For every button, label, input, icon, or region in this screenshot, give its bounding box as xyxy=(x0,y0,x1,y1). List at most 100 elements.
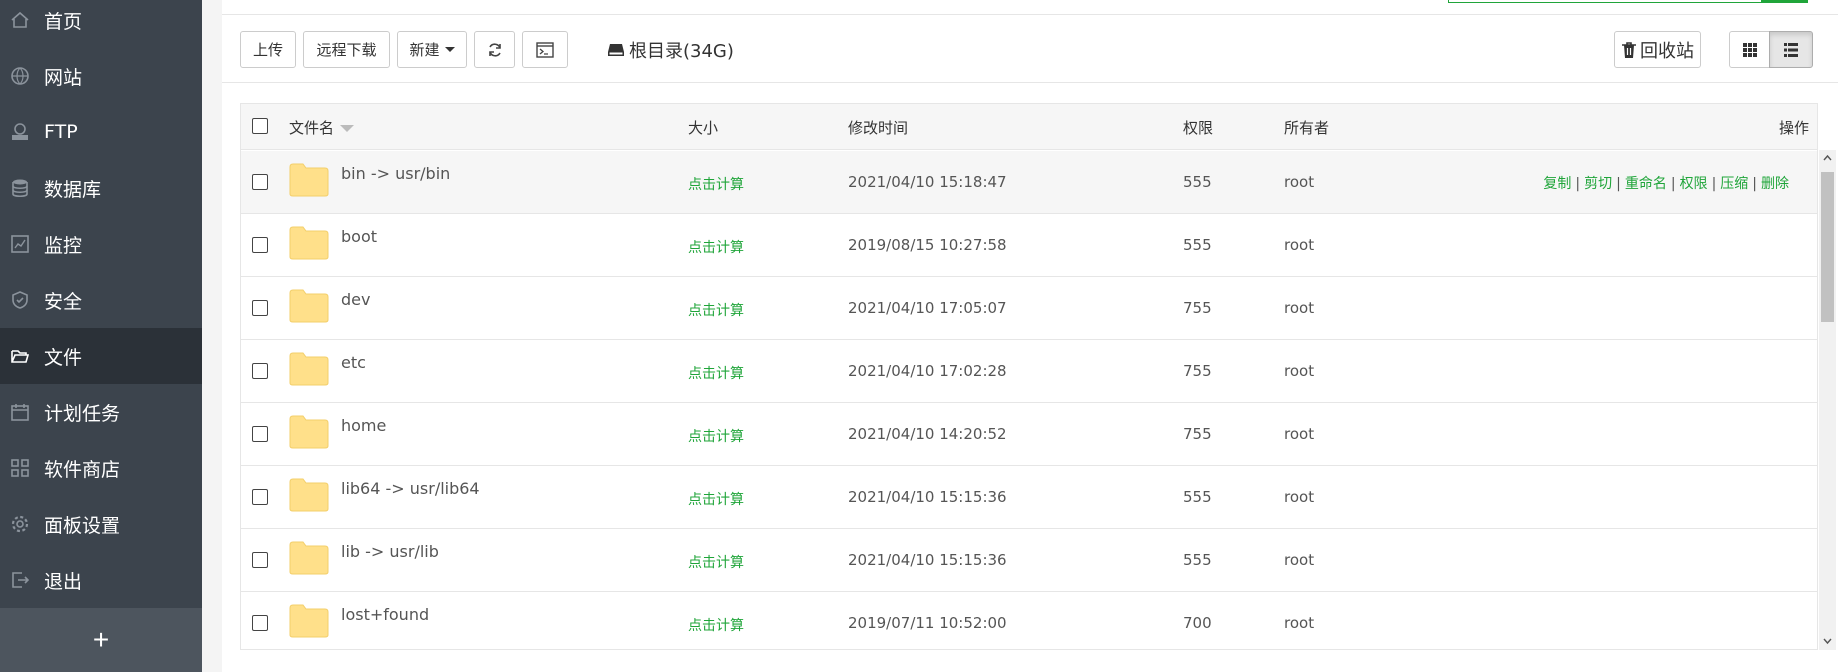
file-name-link[interactable]: lib64 -> usr/lib64 xyxy=(341,479,480,498)
calc-size-link[interactable]: 点击计算 xyxy=(688,552,744,572)
file-name-link[interactable]: boot xyxy=(341,227,377,246)
calc-size-link[interactable]: 点击计算 xyxy=(688,174,744,194)
owner-value[interactable]: root xyxy=(1284,299,1314,317)
refresh-button[interactable] xyxy=(474,31,515,68)
permission-value[interactable]: 555 xyxy=(1183,173,1212,191)
row-checkbox[interactable] xyxy=(252,426,268,442)
remote-download-button[interactable]: 远程下载 xyxy=(303,31,390,68)
calendar-icon xyxy=(11,404,29,421)
sidebar-item-database[interactable]: 数据库 xyxy=(0,160,202,216)
header-owner-label: 所有者 xyxy=(1284,119,1330,137)
permission-value[interactable]: 555 xyxy=(1183,236,1212,254)
row-actions: 复制 | 剪切 | 重命名 | 权限 | 压缩 | 删除 xyxy=(1543,173,1789,193)
table-scrollbar[interactable] xyxy=(1819,150,1836,650)
upload-label: 上传 xyxy=(252,41,283,59)
copy-link[interactable]: 复制 xyxy=(1543,176,1571,192)
table-row[interactable]: lib -> usr/lib 点击计算 2021/04/10 15:15:36 555… xyxy=(241,529,1817,592)
row-checkbox[interactable] xyxy=(252,237,268,253)
grid-view-button[interactable] xyxy=(1729,31,1770,68)
owner-value[interactable]: root xyxy=(1284,236,1314,254)
new-label: 新建 xyxy=(409,41,440,59)
header-owner[interactable]: 所有者 xyxy=(1284,117,1329,138)
header-size[interactable]: 大小 xyxy=(688,117,718,138)
calc-size-link[interactable]: 点击计算 xyxy=(688,300,744,320)
modified-time: 2021/04/10 14:20:52 xyxy=(848,425,1007,443)
ftp-icon xyxy=(12,123,28,140)
table-row[interactable]: dev 点击计算 2021/04/10 17:05:07 755 root xyxy=(241,277,1817,340)
permission-link[interactable]: 权限 xyxy=(1680,176,1708,192)
add-shortcut-button[interactable]: + xyxy=(0,608,202,672)
sidebar-item-store[interactable]: 软件商店 xyxy=(0,440,202,496)
sidebar-item-settings[interactable]: 面板设置 xyxy=(0,496,202,552)
select-all-checkbox[interactable] xyxy=(252,118,268,134)
sidebar-item-logout[interactable]: 退出 xyxy=(0,552,202,608)
gear-icon xyxy=(11,515,29,533)
folder-icon xyxy=(289,541,329,575)
sidebar-item-cron[interactable]: 计划任务 xyxy=(0,384,202,440)
header-perm[interactable]: 权限 xyxy=(1183,117,1213,138)
file-name-link[interactable]: dev xyxy=(341,290,370,309)
owner-value[interactable]: root xyxy=(1284,173,1314,191)
modified-time: 2021/04/10 17:05:07 xyxy=(848,299,1007,317)
sidebar-item-ftp[interactable]: FTP xyxy=(0,104,202,160)
owner-value[interactable]: root xyxy=(1284,425,1314,443)
permission-value[interactable]: 755 xyxy=(1183,362,1212,380)
table-row[interactable]: home 点击计算 2021/04/10 14:20:52 755 root xyxy=(241,403,1817,466)
file-name-link[interactable]: home xyxy=(341,416,386,435)
compress-link[interactable]: 压缩 xyxy=(1720,176,1748,192)
row-checkbox[interactable] xyxy=(252,489,268,505)
delete-link[interactable]: 删除 xyxy=(1761,176,1789,192)
row-checkbox[interactable] xyxy=(252,552,268,568)
scroll-up-arrow-icon[interactable] xyxy=(1823,154,1832,163)
table-row[interactable]: bin -> usr/bin 点击计算 2021/04/10 15:18:47 555… xyxy=(241,151,1817,214)
header-mtime[interactable]: 修改时间 xyxy=(848,117,908,138)
search-button[interactable] xyxy=(1761,0,1807,3)
new-dropdown-button[interactable]: 新建 xyxy=(397,31,467,68)
permission-value[interactable]: 755 xyxy=(1183,299,1212,317)
calc-size-link[interactable]: 点击计算 xyxy=(688,363,744,383)
file-name-link[interactable]: etc xyxy=(341,353,366,372)
sidebar-item-security[interactable]: 安全 xyxy=(0,272,202,328)
calc-size-link[interactable]: 点击计算 xyxy=(688,426,744,446)
terminal-button[interactable] xyxy=(522,31,568,68)
upload-button[interactable]: 上传 xyxy=(240,31,296,68)
owner-value[interactable]: root xyxy=(1284,362,1314,380)
sidebar-item-monitor[interactable]: 监控 xyxy=(0,216,202,272)
modified-time: 2021/04/10 15:15:36 xyxy=(848,551,1007,569)
row-checkbox[interactable] xyxy=(252,363,268,379)
header-filename[interactable]: 文件名 xyxy=(289,117,355,138)
table-row[interactable]: etc 点击计算 2021/04/10 17:02:28 755 root xyxy=(241,340,1817,403)
divider xyxy=(222,14,1838,15)
root-dir-breadcrumb[interactable]: 根目录(34G) xyxy=(607,38,734,62)
owner-value[interactable]: root xyxy=(1284,614,1314,632)
permission-value[interactable]: 700 xyxy=(1183,614,1212,632)
owner-value[interactable]: root xyxy=(1284,488,1314,506)
file-name-link[interactable]: lib -> usr/lib xyxy=(341,542,439,561)
file-name-link[interactable]: bin -> usr/bin xyxy=(341,164,450,183)
rename-link[interactable]: 重命名 xyxy=(1625,176,1667,192)
sidebar-item-website[interactable]: 网站 xyxy=(0,48,202,104)
sidebar-item-files[interactable]: 文件 xyxy=(0,328,202,384)
table-row[interactable]: boot 点击计算 2019/08/15 10:27:58 555 root xyxy=(241,214,1817,277)
permission-value[interactable]: 555 xyxy=(1183,551,1212,569)
table-row[interactable]: lib64 -> usr/lib64 点击计算 2021/04/10 15:15:3… xyxy=(241,466,1817,529)
permission-value[interactable]: 555 xyxy=(1183,488,1212,506)
scroll-down-arrow-icon[interactable] xyxy=(1823,636,1832,645)
row-checkbox[interactable] xyxy=(252,174,268,190)
row-checkbox[interactable] xyxy=(252,615,268,631)
table-row[interactable]: lost+found 点击计算 2019/07/11 10:52:00 700 root xyxy=(241,592,1817,649)
recycle-bin-button[interactable]: 回收站 xyxy=(1614,31,1701,68)
file-name-link[interactable]: lost+found xyxy=(341,605,429,624)
row-checkbox[interactable] xyxy=(252,300,268,316)
calc-size-link[interactable]: 点击计算 xyxy=(688,237,744,257)
owner-value[interactable]: root xyxy=(1284,551,1314,569)
permission-value[interactable]: 755 xyxy=(1183,425,1212,443)
scrollbar-thumb[interactable] xyxy=(1821,172,1834,322)
sidebar-item-home[interactable]: 首页 xyxy=(0,0,202,48)
list-view-button[interactable] xyxy=(1769,31,1813,68)
calc-size-link[interactable]: 点击计算 xyxy=(688,615,744,635)
grid-view-icon xyxy=(1742,42,1757,57)
calc-size-link[interactable]: 点击计算 xyxy=(688,489,744,509)
cut-link[interactable]: 剪切 xyxy=(1584,176,1612,192)
path-search-input[interactable] xyxy=(1448,0,1808,3)
